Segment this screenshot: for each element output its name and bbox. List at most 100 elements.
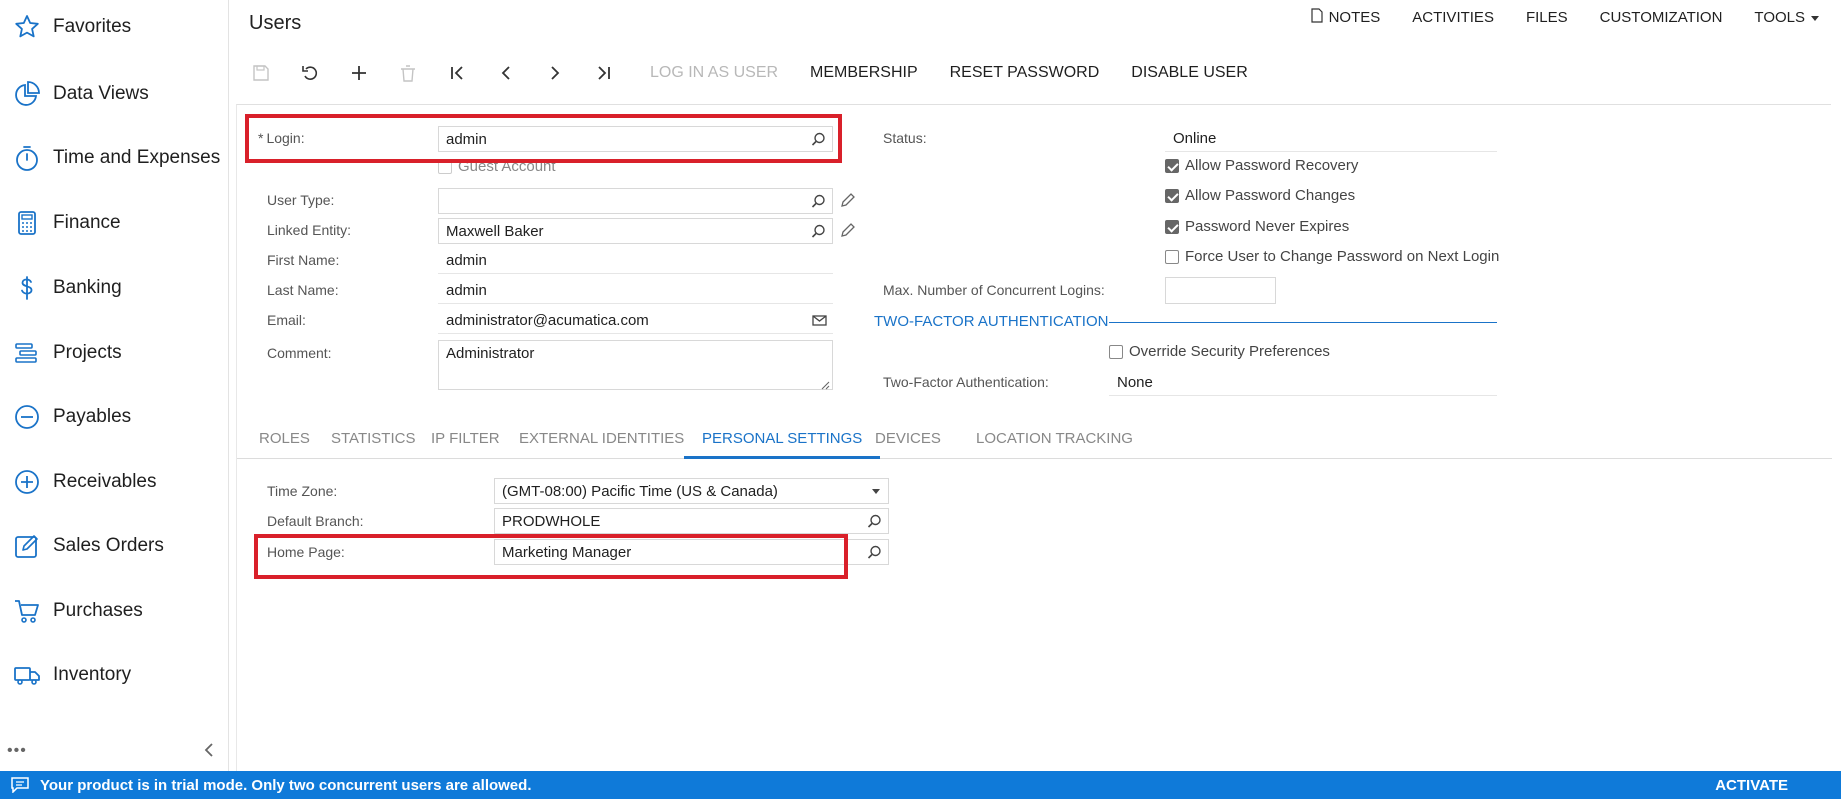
max-logins-label: Max. Number of Concurrent Logins: bbox=[883, 282, 1105, 298]
notes-label: NOTES bbox=[1328, 9, 1381, 26]
pie-chart-icon bbox=[13, 80, 41, 108]
pencil-icon[interactable] bbox=[840, 222, 856, 238]
chevron-left-icon bbox=[501, 66, 510, 80]
trash-icon bbox=[400, 65, 415, 82]
previous-record-button[interactable] bbox=[481, 58, 530, 88]
guest-account-checkbox[interactable]: Guest Account bbox=[438, 158, 556, 175]
allow-password-changes-checkbox[interactable]: Allow Password Changes bbox=[1165, 187, 1355, 204]
app-window: Favorites Data Views Time and Expenses F… bbox=[0, 0, 1841, 799]
log-in-as-user-button[interactable]: LOG IN AS USER bbox=[650, 64, 778, 82]
sidebar-item-label: Favorites bbox=[53, 16, 132, 37]
linked-entity-label: Linked Entity: bbox=[267, 222, 352, 238]
tab-personal-settings[interactable]: PERSONAL SETTINGS bbox=[684, 419, 881, 459]
search-icon[interactable] bbox=[811, 194, 826, 209]
home-page-input[interactable]: Marketing Manager bbox=[494, 539, 889, 565]
status-label: Status: bbox=[883, 130, 927, 146]
sidebar-item-label: Inventory bbox=[53, 664, 132, 685]
sidebar-item-purchases[interactable]: Purchases bbox=[0, 586, 228, 636]
checkbox-box bbox=[1165, 219, 1179, 234]
user-type-input[interactable] bbox=[438, 188, 833, 214]
force-change-password-checkbox[interactable]: Force User to Change Password on Next Lo… bbox=[1165, 248, 1499, 265]
undo-button[interactable] bbox=[285, 58, 334, 88]
notes-link[interactable]: NOTES bbox=[1310, 8, 1381, 27]
checkbox-box bbox=[1165, 158, 1179, 173]
search-icon[interactable] bbox=[811, 132, 826, 147]
checkbox-box bbox=[1165, 249, 1179, 264]
caret-down-icon bbox=[1811, 9, 1819, 26]
first-name-field[interactable]: admin bbox=[438, 248, 833, 274]
membership-button[interactable]: MEMBERSHIP bbox=[810, 64, 918, 82]
chevron-left-icon[interactable] bbox=[201, 740, 217, 760]
next-record-button[interactable] bbox=[530, 58, 579, 88]
allow-password-recovery-checkbox[interactable]: Allow Password Recovery bbox=[1165, 157, 1358, 174]
activate-button[interactable]: ACTIVATE bbox=[1715, 777, 1788, 794]
mail-icon[interactable] bbox=[812, 313, 827, 328]
time-zone-label: Time Zone: bbox=[267, 483, 338, 499]
tools-menu[interactable]: TOOLS bbox=[1754, 8, 1819, 27]
sidebar-item-label: Time and Expenses bbox=[53, 147, 221, 168]
login-input[interactable]: admin bbox=[438, 126, 833, 152]
sidebar-footer: ••• bbox=[0, 738, 228, 768]
checkbox-box bbox=[438, 159, 452, 174]
two-factor-field[interactable]: None bbox=[1109, 370, 1497, 396]
sidebar-item-banking[interactable]: Banking bbox=[0, 263, 228, 313]
search-icon[interactable] bbox=[867, 545, 882, 560]
star-icon bbox=[13, 13, 41, 41]
password-never-expires-checkbox[interactable]: Password Never Expires bbox=[1165, 218, 1349, 235]
sidebar-item-label: Finance bbox=[53, 212, 121, 233]
more-menu-button[interactable]: ••• bbox=[7, 742, 27, 760]
sidebar-item-label: Receivables bbox=[53, 471, 157, 492]
user-type-label: User Type: bbox=[267, 192, 335, 208]
sidebar-item-time-and-expenses[interactable]: Time and Expenses bbox=[0, 133, 228, 183]
sidebar-item-data-views[interactable]: Data Views bbox=[0, 69, 228, 119]
sidebar-item-finance[interactable]: Finance bbox=[0, 198, 228, 248]
cart-icon bbox=[13, 597, 41, 625]
files-link[interactable]: FILES bbox=[1526, 8, 1568, 27]
sidebar-item-sales-orders[interactable]: Sales Orders bbox=[0, 521, 228, 571]
tab-external-identities[interactable]: EXTERNAL IDENTITIES bbox=[501, 419, 702, 459]
save-button[interactable] bbox=[236, 58, 285, 88]
sidebar-item-favorites[interactable]: Favorites bbox=[0, 2, 228, 52]
activities-link[interactable]: ACTIVITIES bbox=[1412, 8, 1494, 27]
undo-icon bbox=[301, 66, 317, 80]
time-zone-select[interactable]: (GMT-08:00) Pacific Time (US & Canada) bbox=[494, 478, 889, 504]
chevron-right-icon bbox=[550, 66, 559, 80]
sidebar-item-label: Data Views bbox=[53, 83, 149, 104]
delete-button[interactable] bbox=[383, 58, 432, 88]
override-security-checkbox[interactable]: Override Security Preferences bbox=[1109, 343, 1330, 360]
sidebar-item-inventory[interactable]: Inventory bbox=[0, 650, 228, 700]
max-logins-input[interactable] bbox=[1165, 277, 1276, 304]
disable-user-button[interactable]: DISABLE USER bbox=[1131, 64, 1247, 82]
sidebar-item-projects[interactable]: Projects bbox=[0, 328, 228, 378]
plus-circle-icon bbox=[13, 468, 41, 496]
customization-link[interactable]: CUSTOMIZATION bbox=[1600, 8, 1723, 27]
user-form: * Login: admin Guest Account User Type: L… bbox=[236, 104, 1832, 771]
dollar-icon bbox=[13, 274, 41, 302]
default-branch-label: Default Branch: bbox=[267, 513, 364, 529]
search-icon[interactable] bbox=[811, 224, 826, 239]
sidebar: Favorites Data Views Time and Expenses F… bbox=[0, 0, 229, 771]
first-record-button[interactable] bbox=[432, 58, 481, 88]
default-branch-input[interactable]: PRODWHOLE bbox=[494, 508, 889, 534]
last-name-field[interactable]: admin bbox=[438, 278, 833, 304]
resize-handle-icon[interactable] bbox=[820, 377, 830, 390]
tab-location-tracking[interactable]: LOCATION TRACKING bbox=[958, 419, 1151, 459]
pencil-icon[interactable] bbox=[840, 192, 856, 208]
reset-password-button[interactable]: RESET PASSWORD bbox=[950, 64, 1100, 82]
sidebar-item-label: Purchases bbox=[53, 600, 143, 621]
sidebar-item-receivables[interactable]: Receivables bbox=[0, 457, 228, 507]
sidebar-item-payables[interactable]: Payables bbox=[0, 392, 228, 442]
last-record-button[interactable] bbox=[579, 58, 628, 88]
checkbox-box bbox=[1165, 188, 1179, 203]
email-field[interactable]: administrator@acumatica.com bbox=[438, 308, 833, 334]
main-content: Users NOTES ACTIVITIES FILES CUSTOMIZATI… bbox=[236, 0, 1832, 771]
add-button[interactable] bbox=[334, 58, 383, 88]
tab-devices[interactable]: DEVICES bbox=[857, 419, 959, 459]
toolbar: LOG IN AS USER MEMBERSHIP RESET PASSWORD… bbox=[236, 58, 1248, 88]
sidebar-item-label: Payables bbox=[53, 406, 132, 427]
last-icon bbox=[597, 66, 610, 80]
linked-entity-input[interactable]: Maxwell Baker bbox=[438, 218, 833, 244]
stopwatch-icon bbox=[13, 144, 41, 172]
comment-textarea[interactable]: Administrator bbox=[438, 340, 833, 390]
search-icon[interactable] bbox=[867, 514, 882, 529]
